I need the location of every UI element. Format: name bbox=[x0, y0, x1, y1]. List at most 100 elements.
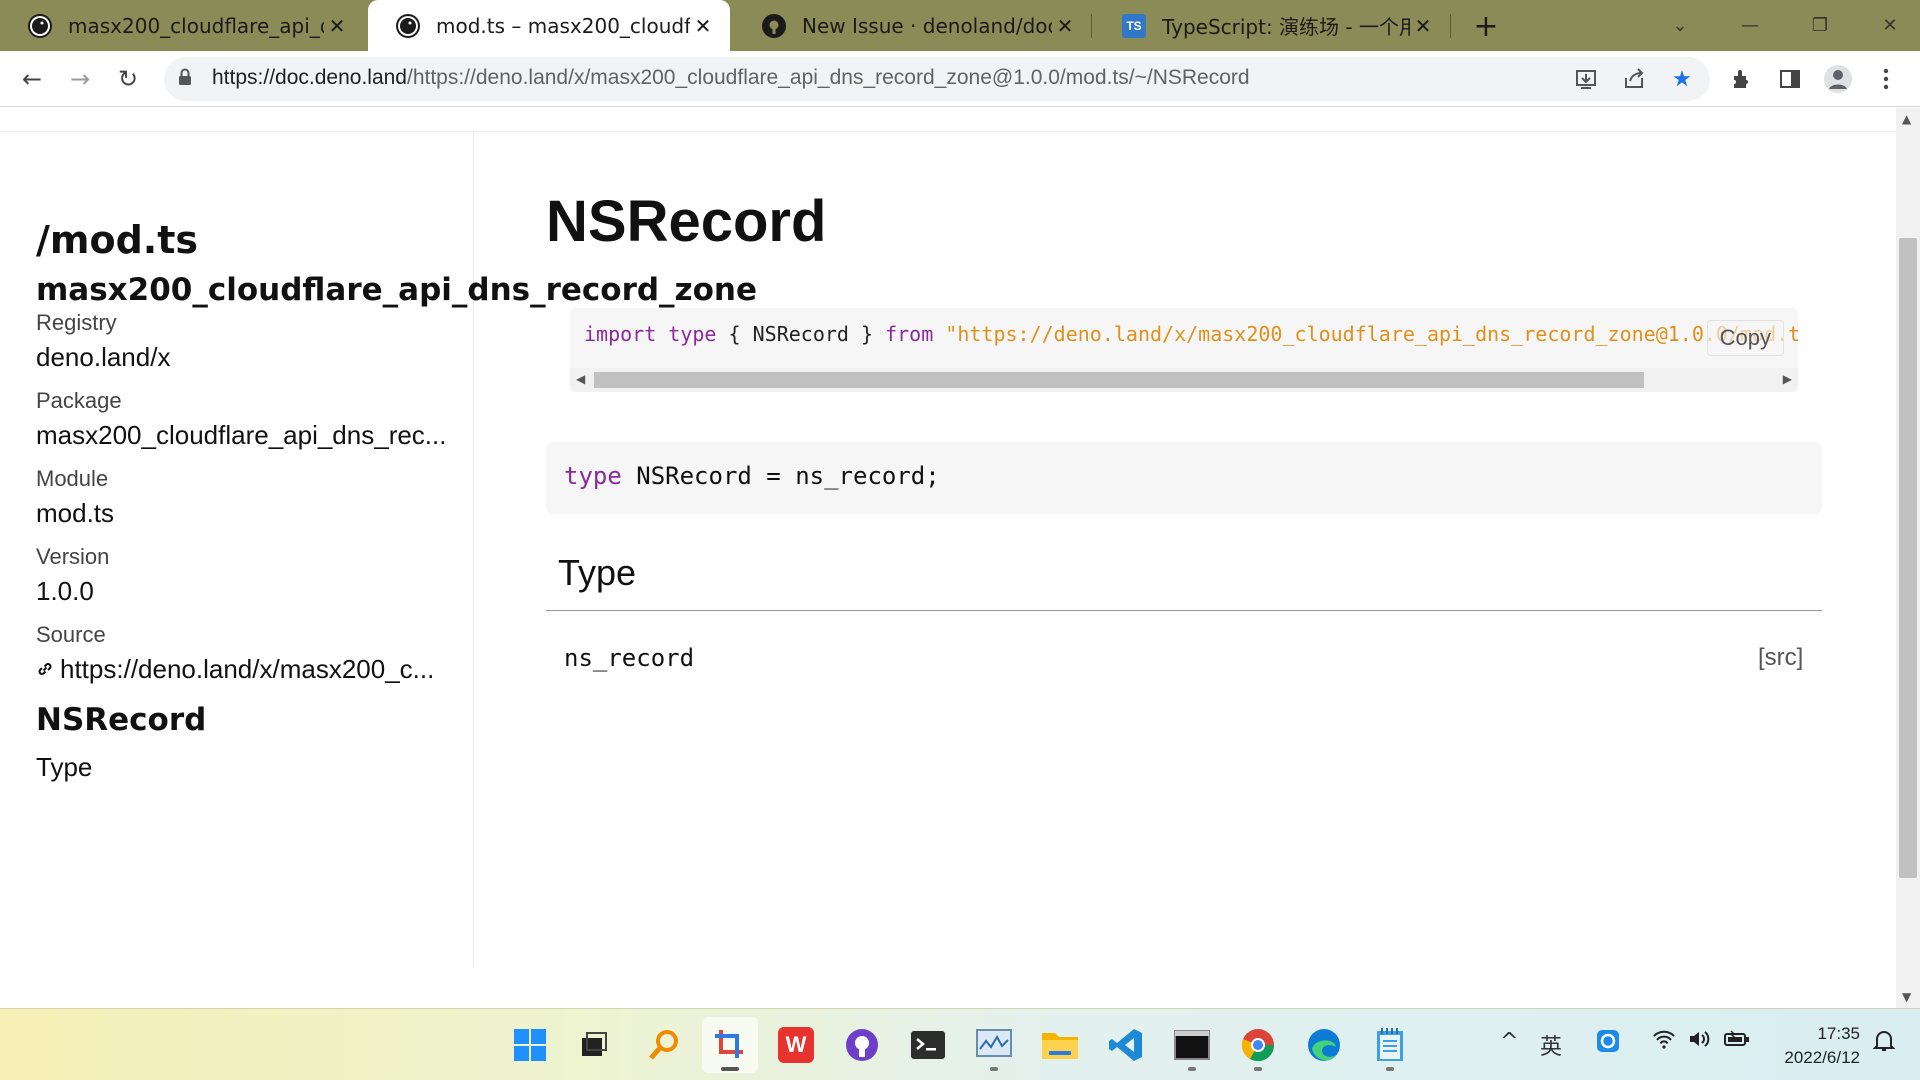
page-title: NSRecord bbox=[546, 189, 827, 254]
registry-label: Registry bbox=[36, 310, 117, 335]
side-panel-icon[interactable] bbox=[1770, 59, 1810, 99]
tab-title: mod.ts – masx200_cloudflare_ bbox=[436, 13, 690, 38]
source-link[interactable]: https://deno.land/x/masx200_c... bbox=[36, 654, 434, 685]
share-icon[interactable] bbox=[1618, 63, 1650, 95]
page-header-strip bbox=[0, 108, 1896, 132]
snipping-tool-icon[interactable] bbox=[702, 1017, 758, 1073]
import-code-block: import type { NSRecord } from "https://d… bbox=[570, 308, 1798, 392]
forward-button[interactable]: → bbox=[60, 59, 100, 99]
tray-app-icon[interactable] bbox=[1596, 1029, 1620, 1059]
sidebar: /mod.ts masx200_cloudflare_api_dns_recor… bbox=[0, 132, 757, 968]
symbol-kind: Type bbox=[36, 752, 93, 782]
minimize-button[interactable]: — bbox=[1720, 0, 1780, 51]
module-label: Module bbox=[36, 466, 109, 491]
import-statement: import type { NSRecord } from "https://d… bbox=[584, 322, 1798, 346]
tab-cloudflare[interactable]: masx200_cloudflare_api_dns_re ✕ bbox=[0, 0, 364, 51]
close-icon[interactable]: ✕ bbox=[1410, 14, 1436, 38]
source-label: Source bbox=[36, 622, 106, 647]
tab-mod-ts[interactable]: mod.ts – masx200_cloudflare_ ✕ bbox=[368, 0, 730, 51]
wifi-icon[interactable] bbox=[1652, 1029, 1676, 1055]
copy-button[interactable]: Copy bbox=[1706, 320, 1784, 356]
clock-date: 2022/6/12 bbox=[1784, 1048, 1860, 1067]
url-text: https://doc.deno.land/https://deno.land/… bbox=[212, 66, 1250, 89]
tab-separator bbox=[1450, 14, 1451, 38]
browser-tab-strip: masx200_cloudflare_api_dns_re ✕ mod.ts –… bbox=[0, 0, 1920, 51]
console-icon[interactable] bbox=[1164, 1017, 1220, 1073]
type-definition: type NSRecord = ns_record; bbox=[564, 462, 940, 490]
scroll-down-icon[interactable]: ▼ bbox=[1902, 990, 1911, 1004]
registry-value[interactable]: deno.land/x bbox=[36, 342, 170, 373]
scrollbar-thumb[interactable] bbox=[1899, 238, 1917, 878]
module-path[interactable]: /mod.ts bbox=[36, 218, 198, 262]
address-bar[interactable]: https://doc.deno.land/https://deno.land/… bbox=[164, 57, 1710, 101]
ime-indicator[interactable]: 英 bbox=[1540, 1029, 1562, 1061]
browser-toolbar: ← → ↻ https://doc.deno.land/https://deno… bbox=[0, 51, 1920, 107]
battery-icon[interactable] bbox=[1724, 1029, 1750, 1055]
notepad-icon[interactable] bbox=[1362, 1017, 1418, 1073]
tab-title: New Issue · denoland/docland bbox=[802, 13, 1052, 38]
volume-icon[interactable] bbox=[1688, 1029, 1712, 1055]
chrome-icon[interactable] bbox=[1230, 1017, 1286, 1073]
src-link[interactable]: [src] bbox=[1758, 644, 1803, 672]
close-icon[interactable]: ✕ bbox=[324, 14, 350, 38]
module-value[interactable]: mod.ts bbox=[36, 498, 114, 529]
task-view-icon[interactable] bbox=[566, 1017, 622, 1073]
deno-icon bbox=[28, 13, 52, 38]
type-definition-block: type NSRecord = ns_record; bbox=[546, 442, 1822, 514]
deno-icon bbox=[396, 13, 420, 38]
back-button[interactable]: ← bbox=[12, 59, 52, 99]
tab-title: TypeScript: 演练场 - 一个用于 Ty bbox=[1162, 15, 1410, 39]
type-value: ns_record bbox=[564, 644, 695, 672]
github-icon bbox=[762, 13, 786, 38]
vscode-icon[interactable] bbox=[1098, 1017, 1154, 1073]
package-label: Package bbox=[36, 388, 122, 413]
wps-office-icon[interactable]: W bbox=[768, 1017, 824, 1073]
tab-typescript[interactable]: TS TypeScript: 演练场 - 一个用于 Ty ✕ bbox=[1094, 0, 1450, 51]
menu-kebab-icon[interactable] bbox=[1866, 59, 1906, 99]
close-icon[interactable]: ✕ bbox=[690, 14, 716, 38]
section-heading: Type bbox=[558, 552, 637, 593]
tab-search-dropdown-icon[interactable]: ⌄ bbox=[1650, 0, 1710, 51]
clock-time: 17:35 bbox=[1817, 1024, 1860, 1043]
page-content: /mod.ts masx200_cloudflare_api_dns_recor… bbox=[0, 108, 1896, 1008]
resource-monitor-icon[interactable] bbox=[966, 1017, 1022, 1073]
file-explorer-icon[interactable] bbox=[1032, 1017, 1088, 1073]
main-content: NSRecord import type { NSRecord } from "… bbox=[474, 132, 1896, 968]
scroll-right-icon[interactable]: ▶ bbox=[1783, 372, 1792, 386]
github-desktop-icon[interactable] bbox=[834, 1017, 890, 1073]
horizontal-scrollbar[interactable]: ◀ ▶ bbox=[570, 368, 1798, 392]
tab-github-issue[interactable]: New Issue · denoland/docland ✕ bbox=[734, 0, 1092, 51]
edge-icon[interactable] bbox=[1296, 1017, 1352, 1073]
source-url: https://deno.land/x/masx200_c... bbox=[60, 654, 435, 684]
terminal-icon[interactable] bbox=[900, 1017, 956, 1073]
window-close-button[interactable]: ✕ bbox=[1860, 0, 1920, 51]
version-label: Version bbox=[36, 544, 110, 569]
restore-button[interactable]: ❐ bbox=[1790, 0, 1850, 51]
tab-separator bbox=[1091, 14, 1092, 38]
section-divider bbox=[546, 610, 1822, 611]
scrollbar-thumb[interactable] bbox=[594, 372, 1644, 388]
lock-icon[interactable] bbox=[178, 68, 192, 91]
taskbar: W ^ 英 17:35 2022/6/12 bbox=[0, 1008, 1920, 1080]
scroll-left-icon[interactable]: ◀ bbox=[576, 372, 585, 386]
system-clock[interactable]: 17:35 2022/6/12 bbox=[1760, 1022, 1860, 1070]
tray-chevron-icon[interactable]: ^ bbox=[1500, 1029, 1518, 1054]
profile-avatar[interactable] bbox=[1818, 59, 1858, 99]
search-icon[interactable] bbox=[636, 1017, 692, 1073]
page-scrollbar[interactable]: ▲ ▼ bbox=[1896, 108, 1920, 1008]
symbol-name[interactable]: NSRecord bbox=[36, 702, 206, 738]
new-tab-button[interactable]: + bbox=[1468, 8, 1504, 44]
install-app-icon[interactable] bbox=[1570, 63, 1602, 95]
package-value[interactable]: masx200_cloudflare_api_dns_rec... bbox=[36, 420, 446, 451]
bookmark-star-icon[interactable]: ★ bbox=[1666, 63, 1698, 95]
typescript-icon: TS bbox=[1122, 13, 1146, 38]
notification-icon[interactable] bbox=[1872, 1029, 1896, 1059]
tab-title: masx200_cloudflare_api_dns_re bbox=[68, 13, 324, 38]
windows-start-icon[interactable] bbox=[502, 1017, 558, 1073]
scroll-up-icon[interactable]: ▲ bbox=[1902, 112, 1911, 126]
close-icon[interactable]: ✕ bbox=[1052, 14, 1078, 38]
link-icon bbox=[36, 654, 54, 685]
reload-button[interactable]: ↻ bbox=[108, 59, 148, 99]
extensions-icon[interactable] bbox=[1722, 59, 1762, 99]
version-value[interactable]: 1.0.0 bbox=[36, 576, 94, 607]
